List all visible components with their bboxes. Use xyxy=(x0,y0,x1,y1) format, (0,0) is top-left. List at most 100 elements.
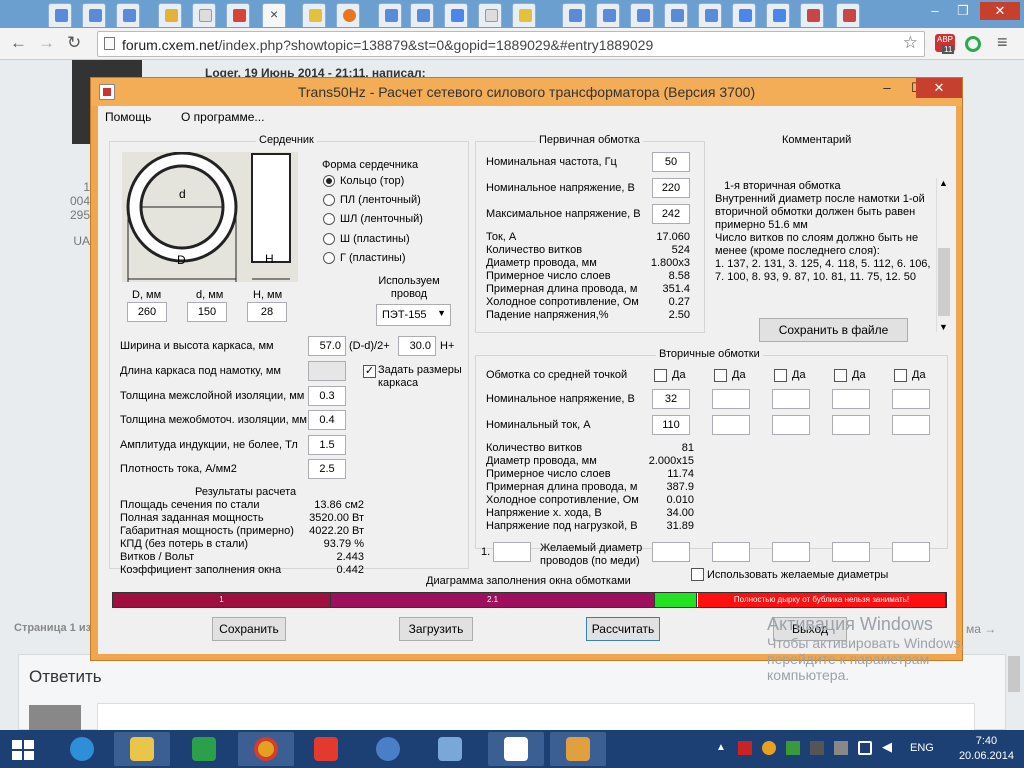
browser-tab[interactable] xyxy=(444,3,468,27)
secondary-current-input[interactable] xyxy=(892,415,930,435)
use-desired-checkbox[interactable] xyxy=(691,568,704,581)
close-window-button[interactable]: ✕ xyxy=(980,2,1020,20)
browser-tab[interactable] xyxy=(116,3,140,27)
browser-tab[interactable] xyxy=(158,3,182,27)
browser-tab[interactable] xyxy=(698,3,722,27)
chevron-down-icon[interactable]: ▼ xyxy=(939,322,948,332)
taskbar-trans50hz[interactable] xyxy=(550,732,606,766)
page-scrollbar[interactable] xyxy=(1008,656,1020,692)
desired-diameter-input[interactable] xyxy=(772,542,810,562)
taskbar-audio[interactable] xyxy=(360,732,416,766)
shape-radio-shl[interactable] xyxy=(323,213,335,225)
taskbar-ie[interactable] xyxy=(54,732,110,766)
reload-icon[interactable]: ↻ xyxy=(67,34,81,52)
interlayer-input[interactable]: 0.3 xyxy=(308,386,346,406)
extension-icon[interactable] xyxy=(965,36,981,52)
secondary-current-input[interactable] xyxy=(832,415,870,435)
menu-help[interactable]: Помощь xyxy=(105,110,151,124)
save-button[interactable]: Сохранить xyxy=(212,617,286,641)
secondary-voltage-input[interactable] xyxy=(712,389,750,409)
taskbar-app[interactable] xyxy=(488,732,544,766)
language-indicator[interactable]: ENG xyxy=(910,742,934,754)
desired-diameter-input[interactable] xyxy=(892,542,930,562)
taskbar-explorer[interactable] xyxy=(114,732,170,766)
clock[interactable]: 7:40 20.06.2014 xyxy=(959,734,1014,764)
taskbar-store[interactable] xyxy=(176,732,232,766)
browser-tab[interactable] xyxy=(48,3,72,27)
browser-tab[interactable] xyxy=(630,3,654,27)
frame-width-input[interactable]: 57.0 xyxy=(308,336,346,356)
secondary-voltage-input[interactable] xyxy=(832,389,870,409)
height-input[interactable]: 28 xyxy=(247,302,287,322)
browser-tab[interactable] xyxy=(800,3,824,27)
tray-app-icon[interactable] xyxy=(762,741,776,755)
wire-select[interactable]: ПЭТ-155 ▼ xyxy=(376,304,451,326)
load-button[interactable]: Загрузить xyxy=(399,617,473,641)
back-icon[interactable]: ← xyxy=(10,34,27,52)
shape-radio-sh[interactable] xyxy=(323,233,335,245)
network-icon[interactable] xyxy=(858,741,872,755)
browser-tab[interactable] xyxy=(478,3,502,27)
browser-tab[interactable] xyxy=(512,3,536,27)
calculate-button[interactable]: Рассчитать xyxy=(586,617,660,641)
desired-diameter-input[interactable] xyxy=(832,542,870,562)
browser-tab-active[interactable]: × xyxy=(262,3,286,27)
shape-radio-pl[interactable] xyxy=(323,194,335,206)
comment-scrollbar[interactable]: ▲ ▼ xyxy=(936,178,950,332)
shape-radio-ring[interactable] xyxy=(323,175,335,187)
app-minimize-button[interactable]: ‒ xyxy=(872,78,902,98)
address-bar[interactable]: forum.cxem.net/index.php?showtopic=13887… xyxy=(97,31,925,57)
taskbar-image-viewer[interactable] xyxy=(422,732,478,766)
reply-editor[interactable] xyxy=(97,703,975,731)
start-button[interactable] xyxy=(0,732,46,766)
secondary-current-input[interactable]: 110 xyxy=(652,415,690,435)
browser-tab[interactable] xyxy=(378,3,402,27)
browser-tab[interactable] xyxy=(82,3,106,27)
minimize-button[interactable]: ‒ xyxy=(922,2,948,20)
browser-tab[interactable] xyxy=(732,3,756,27)
secondary-voltage-input[interactable] xyxy=(892,389,930,409)
set-frame-checkbox[interactable]: ✓ xyxy=(363,365,376,378)
browser-tab[interactable] xyxy=(192,3,216,27)
secondary-current-input[interactable] xyxy=(772,415,810,435)
tray-app-icon[interactable] xyxy=(834,741,848,755)
restore-button[interactable]: ❐ xyxy=(950,2,976,20)
menu-about[interactable]: О программе... xyxy=(181,110,264,124)
center-tap-checkbox[interactable] xyxy=(894,369,907,382)
page-info-icon[interactable] xyxy=(104,37,115,50)
taskbar-yandex[interactable] xyxy=(298,732,354,766)
volume-icon[interactable]: ◀ xyxy=(882,739,892,755)
forward-icon[interactable]: → xyxy=(38,34,55,52)
center-tap-checkbox[interactable] xyxy=(834,369,847,382)
bookmark-star-icon[interactable]: ☆ xyxy=(903,33,918,53)
center-tap-checkbox[interactable] xyxy=(714,369,727,382)
browser-tab[interactable] xyxy=(410,3,434,27)
center-tap-checkbox[interactable] xyxy=(774,369,787,382)
scrollbar-thumb[interactable] xyxy=(938,248,950,316)
center-tap-checkbox[interactable] xyxy=(654,369,667,382)
current-density-input[interactable]: 2.5 xyxy=(308,459,346,479)
secondary-current-input[interactable] xyxy=(712,415,750,435)
browser-tab[interactable] xyxy=(302,3,326,27)
browser-tab[interactable] xyxy=(562,3,586,27)
interwinding-input[interactable]: 0.4 xyxy=(308,410,346,430)
tray-app-icon[interactable] xyxy=(810,741,824,755)
outer-diameter-input[interactable]: 260 xyxy=(127,302,167,322)
taskbar-chrome[interactable] xyxy=(238,732,294,766)
desired-diameter-input[interactable] xyxy=(712,542,750,562)
browser-tab[interactable] xyxy=(226,3,250,27)
chevron-up-icon[interactable]: ▲ xyxy=(939,178,948,188)
browser-tab[interactable] xyxy=(836,3,860,27)
secondary-voltage-input[interactable] xyxy=(772,389,810,409)
primary-voltage-input[interactable]: 220 xyxy=(652,178,690,198)
desired-diameter-input[interactable] xyxy=(652,542,690,562)
save-to-file-button[interactable]: Сохранить в файле xyxy=(759,318,908,342)
tray-app-icon[interactable] xyxy=(738,741,752,755)
app-close-button[interactable]: ✕ xyxy=(916,78,962,98)
browser-tab[interactable] xyxy=(596,3,620,27)
induction-input[interactable]: 1.5 xyxy=(308,435,346,455)
tray-torrent-icon[interactable] xyxy=(786,741,800,755)
shape-radio-g[interactable] xyxy=(323,252,335,264)
next-link[interactable]: ма → xyxy=(966,622,996,636)
secondary-voltage-input[interactable]: 32 xyxy=(652,389,690,409)
